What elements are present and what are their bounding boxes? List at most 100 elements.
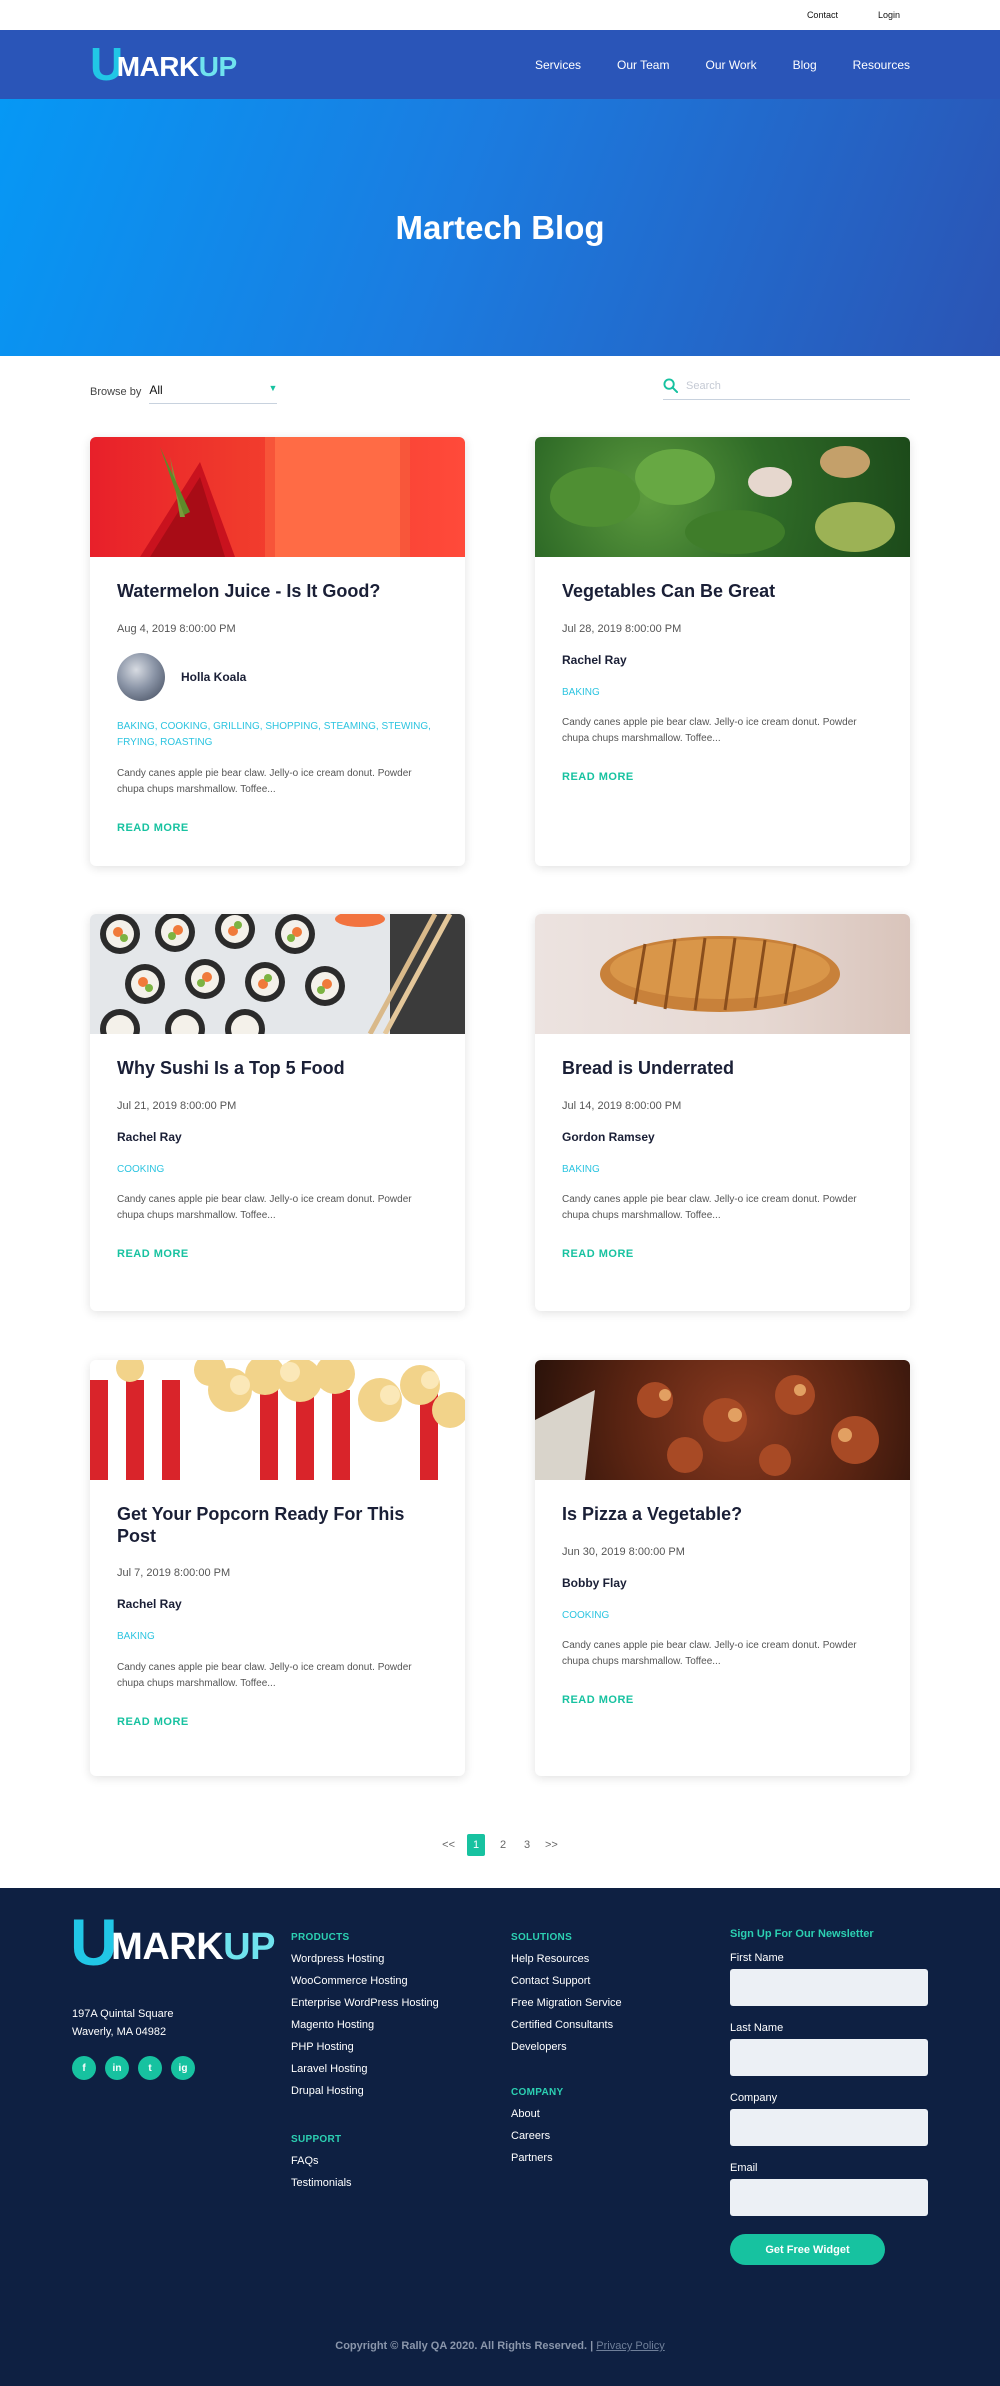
pagination-page-2[interactable]: 2 xyxy=(497,1839,509,1851)
footer-link-faqs[interactable]: FAQs xyxy=(291,2155,352,2167)
post-date: Jul 28, 2019 8:00:00 PM xyxy=(562,622,682,635)
footer-link-php[interactable]: PHP Hosting xyxy=(291,2041,439,2053)
post-image-watermelon[interactable] xyxy=(90,437,465,557)
email-label: Email xyxy=(730,2162,758,2174)
post-excerpt: Candy canes apple pie bear claw. Jelly-o… xyxy=(562,717,857,745)
footer-link-help-resources[interactable]: Help Resources xyxy=(511,1953,622,1965)
post-image-pizza[interactable] xyxy=(535,1360,910,1480)
login-link[interactable]: Login xyxy=(878,10,900,20)
post-author: Bobby Flay xyxy=(562,1576,883,1590)
copyright-text: Copyright © Rally QA 2020. All Rights Re… xyxy=(335,2340,594,2352)
footer-link-woocommerce[interactable]: WooCommerce Hosting xyxy=(291,1975,439,1987)
post-title[interactable]: Get Your Popcorn Ready For This Post xyxy=(117,1504,438,1547)
post-tags[interactable]: COOKING xyxy=(117,1162,438,1179)
post-title[interactable]: Bread is Underrated xyxy=(562,1058,883,1080)
post-tags[interactable]: COOKING xyxy=(562,1608,883,1625)
hero-banner: Martech Blog xyxy=(0,99,1000,356)
email-field[interactable] xyxy=(730,2179,928,2216)
post-author: Rachel Ray xyxy=(117,1130,438,1144)
read-more-link[interactable]: READ MORE xyxy=(562,1694,883,1706)
footer-logo[interactable]: U MARK UP xyxy=(70,1909,275,1975)
footer-link-careers[interactable]: Careers xyxy=(511,2130,563,2142)
search-icon xyxy=(663,378,678,393)
footer-link-about[interactable]: About xyxy=(511,2108,563,2120)
nav-resources[interactable]: Resources xyxy=(853,58,910,72)
nav-our-work[interactable]: Our Work xyxy=(705,58,756,72)
blog-card: Watermelon Juice - Is It Good? Aug 4, 20… xyxy=(90,437,465,866)
privacy-policy-link[interactable]: Privacy Policy xyxy=(596,2340,664,2352)
footer-address: 197A Quintal Square Waverly, MA 04982 xyxy=(72,2006,174,2041)
post-tags[interactable]: BAKING xyxy=(117,1629,438,1646)
search-input[interactable] xyxy=(686,379,886,392)
pagination-page-1[interactable]: 1 xyxy=(467,1834,485,1856)
pagination-page-3[interactable]: 3 xyxy=(521,1839,533,1851)
author-name: Rachel Ray xyxy=(117,1129,182,1144)
read-more-link[interactable]: READ MORE xyxy=(117,1248,438,1260)
company-field[interactable] xyxy=(730,2109,928,2146)
post-image-bread[interactable] xyxy=(535,914,910,1034)
read-more-link[interactable]: READ MORE xyxy=(117,1716,438,1728)
utility-bar: Contact Login xyxy=(0,0,1000,30)
last-name-label: Last Name xyxy=(730,2022,784,2034)
post-excerpt: Candy canes apple pie bear claw. Jelly-o… xyxy=(117,1661,412,1689)
post-date: Jul 7, 2019 8:00:00 PM xyxy=(117,1567,231,1580)
logo-up: UP xyxy=(198,50,237,82)
post-author: Rachel Ray xyxy=(562,653,883,667)
footer-link-drupal[interactable]: Drupal Hosting xyxy=(291,2085,439,2097)
nav-services[interactable]: Services xyxy=(535,58,581,72)
post-image-vegetables[interactable] xyxy=(535,437,910,557)
post-author: Gordon Ramsey xyxy=(562,1130,883,1144)
first-name-label: First Name xyxy=(730,1952,784,1964)
post-excerpt: Candy canes apple pie bear claw. Jelly-o… xyxy=(562,1640,857,1668)
facebook-icon[interactable]: f xyxy=(72,2056,96,2080)
browse-value: All xyxy=(149,383,163,397)
footer-logo-up: UP xyxy=(223,1925,275,1968)
footer-link-laravel[interactable]: Laravel Hosting xyxy=(291,2063,439,2075)
post-tags[interactable]: BAKING, COOKING, GRILLING, SHOPPING, STE… xyxy=(117,719,438,752)
footer-link-free-migration[interactable]: Free Migration Service xyxy=(511,1997,622,2009)
footer-link-testimonials[interactable]: Testimonials xyxy=(291,2177,352,2189)
blog-card: Why Sushi Is a Top 5 Food Jul 21, 2019 8… xyxy=(90,914,465,1311)
footer-link-certified-consultants[interactable]: Certified Consultants xyxy=(511,2019,622,2031)
post-tags[interactable]: BAKING xyxy=(562,1162,883,1179)
post-image-sushi[interactable] xyxy=(90,914,465,1034)
last-name-field[interactable] xyxy=(730,2039,928,2076)
linkedin-icon[interactable]: in xyxy=(105,2056,129,2080)
search-box xyxy=(663,378,910,400)
post-title[interactable]: Is Pizza a Vegetable? xyxy=(562,1504,883,1526)
pagination-prev[interactable]: << xyxy=(442,1839,455,1851)
read-more-link[interactable]: READ MORE xyxy=(562,1248,883,1260)
pagination-next[interactable]: >> xyxy=(545,1839,558,1851)
nav-blog[interactable]: Blog xyxy=(793,58,817,72)
nav-our-team[interactable]: Our Team xyxy=(617,58,669,72)
footer-link-enterprise-wordpress[interactable]: Enterprise WordPress Hosting xyxy=(291,1997,439,2009)
footer-products: PRODUCTS Wordpress Hosting WooCommerce H… xyxy=(291,1932,439,2107)
post-title[interactable]: Watermelon Juice - Is It Good? xyxy=(117,581,438,603)
footer-link-partners[interactable]: Partners xyxy=(511,2152,563,2164)
post-date: Jun 30, 2019 8:00:00 PM xyxy=(562,1545,685,1558)
pagination: << 1 2 3 >> xyxy=(0,1834,1000,1856)
contact-link[interactable]: Contact xyxy=(807,10,838,20)
footer-link-magento[interactable]: Magento Hosting xyxy=(291,2019,439,2031)
footer-link-contact-support[interactable]: Contact Support xyxy=(511,1975,622,1987)
copyright: Copyright © Rally QA 2020. All Rights Re… xyxy=(0,2340,1000,2352)
author-name: Rachel Ray xyxy=(562,652,627,667)
post-title[interactable]: Vegetables Can Be Great xyxy=(562,581,883,603)
twitter-icon[interactable]: t xyxy=(138,2056,162,2080)
markup-logo[interactable]: U MARK UP xyxy=(90,41,237,87)
footer-link-wordpress[interactable]: Wordpress Hosting xyxy=(291,1953,439,1965)
blog-card: Vegetables Can Be Great Jul 28, 2019 8:0… xyxy=(535,437,910,866)
first-name-field[interactable] xyxy=(730,1969,928,2006)
get-free-widget-button[interactable]: Get Free Widget xyxy=(730,2234,885,2265)
browse-label: Browse by xyxy=(90,386,142,398)
read-more-link[interactable]: READ MORE xyxy=(562,771,883,783)
post-image-popcorn[interactable] xyxy=(90,1360,465,1480)
instagram-icon[interactable]: ig xyxy=(171,2056,195,2080)
footer-link-developers[interactable]: Developers xyxy=(511,2041,622,2053)
post-title[interactable]: Why Sushi Is a Top 5 Food xyxy=(117,1058,438,1080)
solutions-heading: SOLUTIONS xyxy=(511,1932,573,1943)
nav-links: Services Our Team Our Work Blog Resource… xyxy=(535,58,910,72)
read-more-link[interactable]: READ MORE xyxy=(117,822,438,834)
browse-select[interactable]: All ▼ xyxy=(149,380,278,404)
post-tags[interactable]: BAKING xyxy=(562,685,883,702)
